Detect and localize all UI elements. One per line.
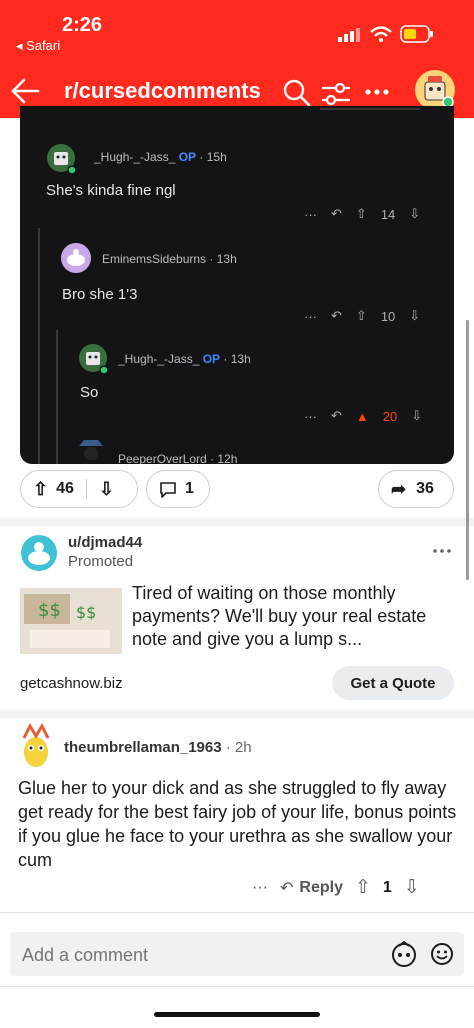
reply-icon: ↶ <box>331 206 342 221</box>
upvote-icon[interactable]: ⇧ <box>33 479 48 500</box>
divider <box>0 986 474 987</box>
share-button[interactable]: ➦ 36 <box>378 470 454 508</box>
ad-thumbnail[interactable]: $$ $$ <box>20 588 122 654</box>
vote-count: 1 <box>382 878 392 896</box>
home-indicator <box>154 1012 320 1017</box>
downvote-icon: ⇩ <box>409 308 421 323</box>
avatar <box>79 344 109 375</box>
back-arrow-icon[interactable] <box>10 78 40 104</box>
more-icon: ··· <box>304 308 317 324</box>
scrollbar[interactable] <box>466 320 469 580</box>
comment-actions: ··· ↶ ⇧ 14 ⇩ <box>304 206 420 222</box>
comment-author: _Hugh-_-Jass_ <box>94 150 176 164</box>
advertiser-name[interactable]: u/djmad44 <box>68 534 142 551</box>
get-quote-button[interactable]: Get a Quote <box>332 666 454 700</box>
reply-label: Reply <box>299 878 343 896</box>
comment-author[interactable]: theumbrellaman_1963 <box>64 739 222 756</box>
comment-author: _Hugh-_-Jass_ <box>118 352 200 366</box>
commenter-avatar[interactable] <box>16 722 56 770</box>
vote-count: 10 <box>380 308 396 324</box>
more-icon: ··· <box>304 206 317 222</box>
back-to-safari[interactable]: ◂ Safari <box>16 38 60 54</box>
divider <box>0 518 474 526</box>
more-icon[interactable]: ··· <box>252 879 268 897</box>
reply-icon: ↶ <box>279 879 294 897</box>
comment-body: Glue her to your dick and as she struggl… <box>18 778 457 870</box>
reply-icon: ↶ <box>331 408 342 423</box>
comment-meta: _Hugh-_-Jass_ OP · 13h <box>118 352 251 366</box>
thread-line <box>38 228 40 464</box>
search-icon[interactable] <box>282 78 312 108</box>
comment-meta: _Hugh-_-Jass_ OP · 15h <box>94 150 227 164</box>
vote-pill: ⇧ 46 ⇩ <box>20 470 138 508</box>
comment-input-box[interactable] <box>10 932 464 978</box>
cutoff-actions <box>320 108 420 118</box>
upvote-icon: ⇧ <box>355 206 367 221</box>
status-bar: 2:26 ◂ Safari <box>0 0 474 64</box>
battery-icon <box>400 25 433 43</box>
embedded-comment-screenshot: _Hugh-_-Jass_ OP · 15h She's kinda fine … <box>20 106 454 464</box>
wifi-icon <box>370 26 392 42</box>
downvote-icon: ⇩ <box>411 408 423 423</box>
filter-icon[interactable] <box>320 80 352 108</box>
comment-body: She's kinda fine ngl <box>46 182 176 199</box>
svg-text:$$: $$ <box>76 603 96 622</box>
ad-more-icon[interactable] <box>432 548 452 554</box>
advertiser-avatar[interactable] <box>20 534 58 572</box>
comment-author: PeeperOverLord <box>118 452 207 464</box>
comment-age: · 15h <box>199 150 227 164</box>
upvote-icon[interactable]: ⇧ <box>355 876 371 899</box>
comment-age: · 12h <box>210 452 238 464</box>
downvote-icon: ⇩ <box>409 206 421 221</box>
downvote-icon[interactable]: ⇩ <box>99 479 114 500</box>
thread-line <box>56 330 58 464</box>
comment-bubble-icon <box>160 482 176 498</box>
comment-actions: ··· ↶ Reply ⇧ 1 ⇩ <box>252 876 420 899</box>
signal-icon <box>338 28 360 42</box>
op-badge: OP <box>178 150 197 164</box>
op-badge: OP <box>202 352 221 366</box>
subreddit-title[interactable]: r/cursedcomments <box>64 78 261 104</box>
promoted-label: Promoted <box>68 553 134 570</box>
comments-button[interactable]: 1 <box>146 470 210 508</box>
comment-meta: PeeperOverLord · 12h <box>118 452 237 464</box>
comment-age: · 2h <box>225 739 252 756</box>
share-count: 36 <box>416 480 434 497</box>
comment-author: EminemsSideburns <box>102 252 207 266</box>
upvote-icon-active: ▲ <box>355 408 369 424</box>
clock: 2:26 <box>62 14 103 36</box>
upvote-count: 46 <box>56 480 74 497</box>
share-icon: ➦ <box>391 478 407 499</box>
divider <box>85 479 87 499</box>
comment-actions: ··· ↶ ▲ 20 ⇩ <box>304 408 422 424</box>
avatar <box>47 144 77 175</box>
ad-text[interactable]: Tired of waiting on those monthly paymen… <box>132 582 452 651</box>
comment-age: · 13h <box>223 352 251 366</box>
more-icon: ··· <box>304 408 317 424</box>
vote-count: 14 <box>380 206 396 222</box>
avatar <box>61 243 91 273</box>
comment-age: · 13h <box>209 252 237 266</box>
vote-count: 20 <box>382 408 398 424</box>
comment-actions: ··· ↶ ⇧ 10 ⇩ <box>304 308 420 324</box>
comment-body: So <box>80 384 99 401</box>
reply-button[interactable]: ↶ Reply <box>280 878 343 898</box>
comment-input[interactable] <box>20 932 364 978</box>
comment-body: Bro she 1'3 <box>62 286 138 303</box>
reply-icon: ↶ <box>331 308 342 323</box>
comment-count: 1 <box>185 480 194 497</box>
comment-meta: EminemsSideburns · 13h <box>102 252 237 266</box>
comment-meta: theumbrellaman_1963 · 2h <box>64 739 252 756</box>
downvote-icon[interactable]: ⇩ <box>404 876 420 899</box>
ad-domain[interactable]: getcashnow.biz <box>20 675 123 692</box>
avatar <box>79 440 103 460</box>
upvote-icon: ⇧ <box>355 308 367 323</box>
snoovatar-icon[interactable] <box>390 940 418 968</box>
emoji-icon[interactable] <box>430 942 454 966</box>
divider <box>0 710 474 718</box>
more-options-icon[interactable] <box>364 88 390 96</box>
svg-text:$$: $$ <box>38 600 61 621</box>
